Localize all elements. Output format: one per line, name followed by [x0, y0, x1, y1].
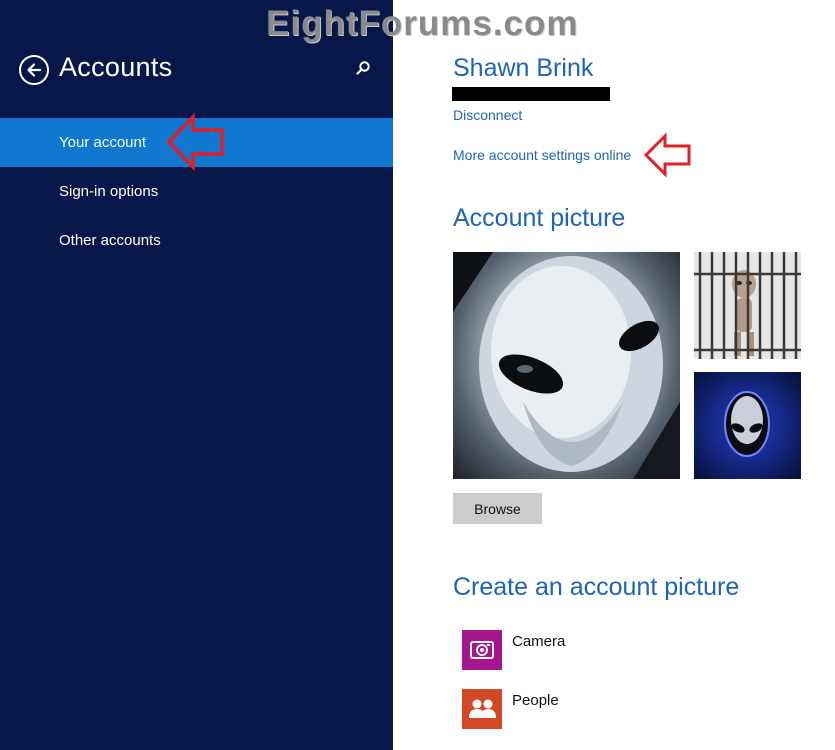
more-account-settings-link[interactable]: More account settings online — [453, 147, 631, 163]
sidebar-item-sign-in-options[interactable]: Sign-in options — [0, 167, 393, 216]
sidebar-title: Accounts — [59, 52, 173, 82]
redacted-email-bar — [452, 87, 610, 101]
alien-face-image — [453, 252, 680, 479]
camera-app-tile[interactable] — [462, 630, 502, 670]
settings-sidebar: Accounts Your account Sign-in options Ot… — [0, 0, 393, 750]
annotation-arrow-icon — [643, 132, 691, 178]
search-icon[interactable] — [355, 60, 371, 76]
account-picture-heading: Account picture — [453, 204, 626, 232]
previous-account-picture[interactable] — [694, 372, 801, 479]
back-button[interactable] — [19, 55, 49, 85]
disconnect-link[interactable]: Disconnect — [453, 107, 522, 123]
caged-alien-image — [694, 252, 801, 359]
alien-logo-image — [724, 391, 770, 457]
current-account-picture — [453, 252, 680, 479]
create-account-picture-heading: Create an account picture — [453, 573, 740, 601]
annotation-arrow-icon — [166, 113, 224, 171]
people-icon — [469, 699, 496, 718]
camera-icon — [470, 641, 494, 659]
browse-button[interactable]: Browse — [453, 493, 542, 524]
previous-account-picture[interactable] — [694, 252, 801, 359]
sidebar-item-label: Sign-in options — [59, 183, 159, 200]
sidebar-item-label: Your account — [59, 134, 147, 151]
people-app-label[interactable]: People — [512, 692, 559, 709]
camera-app-label[interactable]: Camera — [512, 633, 565, 650]
sidebar-item-label: Other accounts — [59, 232, 161, 249]
account-user-name: Shawn Brink — [453, 54, 594, 82]
people-app-tile[interactable] — [462, 689, 502, 729]
back-arrow-icon — [27, 63, 42, 77]
watermark: EightForums.com — [266, 4, 579, 43]
sidebar-item-other-accounts[interactable]: Other accounts — [0, 216, 393, 265]
